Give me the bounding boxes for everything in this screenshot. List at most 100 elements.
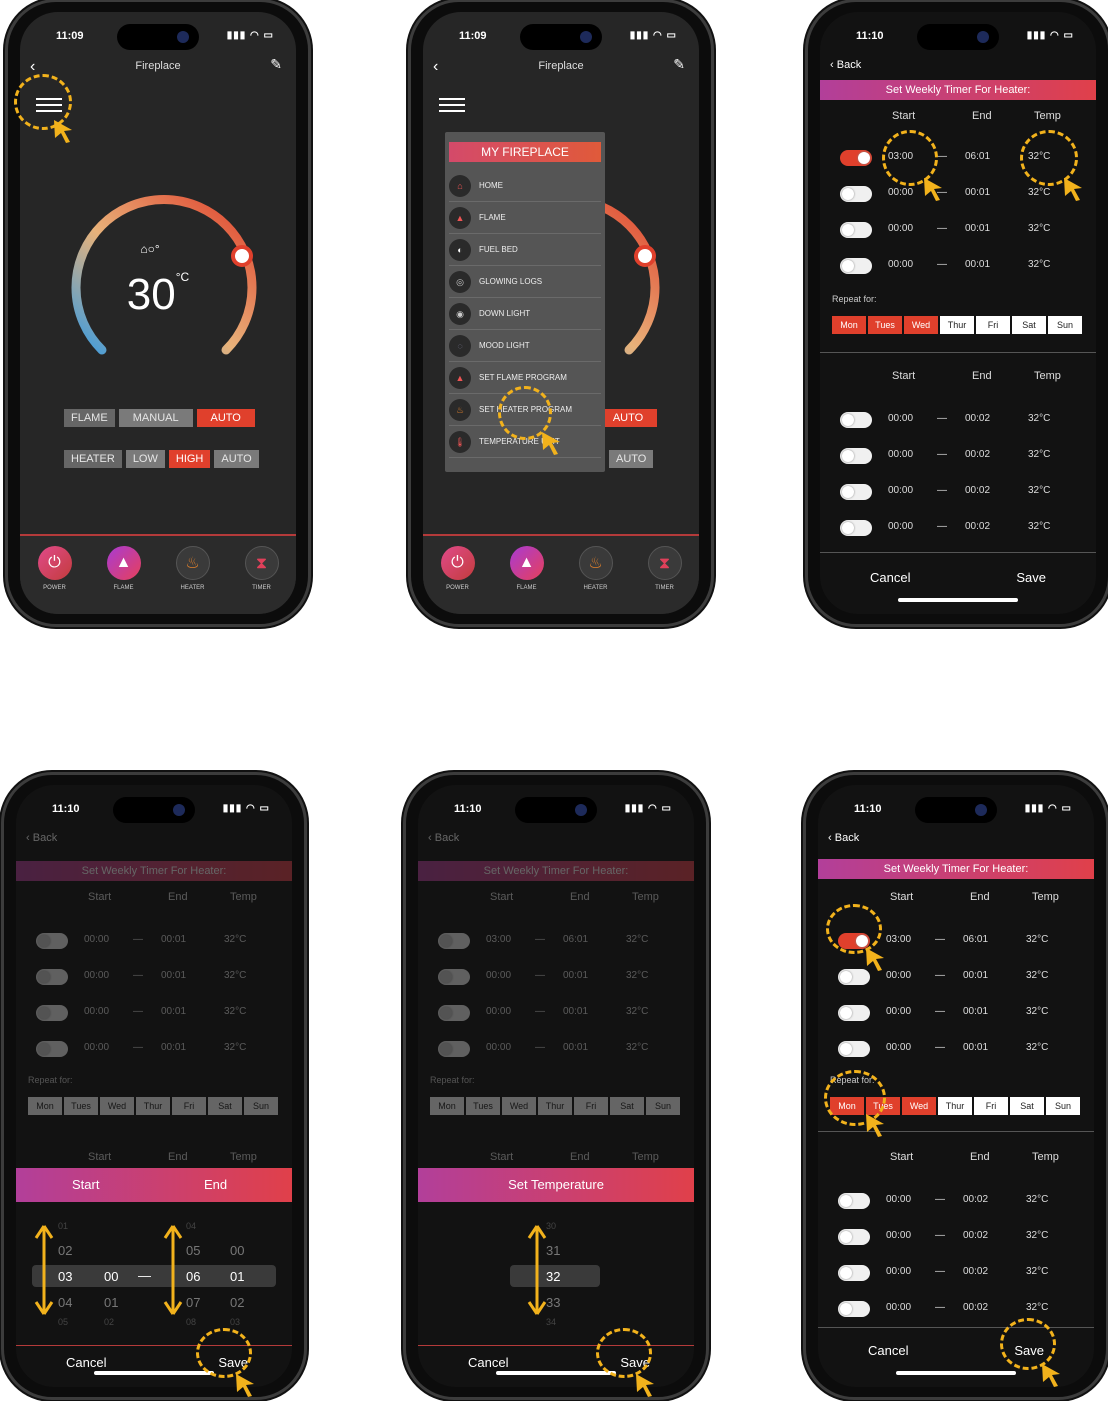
end-time[interactable]: 06:01	[563, 934, 588, 945]
start-time[interactable]: 00:00	[886, 970, 911, 981]
timer-row[interactable]: 00:00—00:01 32°C	[820, 184, 1096, 204]
day-sun[interactable]: Sun	[646, 1097, 680, 1115]
temp[interactable]: 32°C	[1026, 934, 1048, 945]
temp[interactable]: 32°C	[224, 970, 246, 981]
timer-row[interactable]: 00:00—00:01 32°C	[16, 1039, 292, 1059]
start-time[interactable]: 00:00	[888, 485, 913, 496]
back-button[interactable]: ‹ Back	[828, 832, 859, 844]
temp[interactable]: 32°C	[626, 1042, 648, 1053]
end-time[interactable]: 00:01	[161, 1006, 186, 1017]
timer-row[interactable]: 00:00—00:01 32°C	[418, 1003, 694, 1023]
end-time[interactable]: 00:02	[963, 1266, 988, 1277]
timer-toggle[interactable]	[840, 186, 872, 202]
timer-toggle[interactable]	[840, 448, 872, 464]
temp[interactable]: 32°C	[224, 1042, 246, 1053]
temp[interactable]: 32°C	[1026, 970, 1048, 981]
end-time[interactable]: 06:01	[963, 934, 988, 945]
start-time[interactable]: 00:00	[84, 970, 109, 981]
heater-auto-button[interactable]: AUTO	[609, 450, 654, 468]
menu-item-glowing-logs[interactable]: ◎ GLOWING LOGS	[449, 266, 601, 298]
day-wed[interactable]: Wed	[904, 316, 938, 334]
timer-row[interactable]: 00:00 — 00:02 32°C	[818, 1227, 1094, 1247]
timer-row[interactable]: 00:00 — 00:02 32°C	[820, 410, 1096, 430]
end-time[interactable]: 00:01	[563, 1042, 588, 1053]
end-time[interactable]: 00:01	[965, 187, 990, 198]
timer-toggle[interactable]	[840, 150, 872, 166]
timer-toggle[interactable]	[838, 1229, 870, 1245]
timer-row[interactable]: 00:00 — 00:02 32°C	[820, 446, 1096, 466]
end-time[interactable]: 06:01	[965, 151, 990, 162]
start-time[interactable]: 00:00	[84, 1042, 109, 1053]
day-sun[interactable]: Sun	[1048, 316, 1082, 334]
menu-item-flame[interactable]: ▲ FLAME	[449, 202, 601, 234]
timer-row[interactable]: 00:00—00:01 32°C	[818, 1003, 1094, 1023]
timer-toggle[interactable]	[438, 1005, 470, 1021]
day-tue[interactable]: Tues	[868, 316, 902, 334]
temp[interactable]: 32°C	[626, 970, 648, 981]
temp[interactable]: 32°C	[1028, 187, 1050, 198]
day-mon[interactable]: Mon	[28, 1097, 62, 1115]
start-time[interactable]: 00:00	[486, 970, 511, 981]
timer-row[interactable]: 00:00—00:01 32°C	[16, 931, 292, 951]
end-time[interactable]: 00:02	[963, 1230, 988, 1241]
day-thu[interactable]: Thur	[538, 1097, 572, 1115]
day-sat[interactable]: Sat	[1010, 1097, 1044, 1115]
temp[interactable]: 32°C	[1028, 449, 1050, 460]
timer-row[interactable]: 00:00—00:01 32°C	[818, 1039, 1094, 1059]
day-wed[interactable]: Wed	[902, 1097, 936, 1115]
temp[interactable]: 32°C	[1026, 1230, 1048, 1241]
flame-auto-button[interactable]: AUTO	[599, 409, 657, 427]
temp[interactable]: 32°C	[1028, 259, 1050, 270]
time-picker-wheels[interactable]: 01 02 03 04 05 00 01 02 — 04 05 06 07 08…	[16, 1205, 292, 1345]
timer-toggle[interactable]	[36, 933, 68, 949]
temp[interactable]: 32°C	[626, 1006, 648, 1017]
timer-row[interactable]: 00:00—00:01 32°C	[818, 967, 1094, 987]
start-time[interactable]: 00:00	[888, 259, 913, 270]
end-time[interactable]: 00:02	[965, 521, 990, 532]
start-time[interactable]: 00:00	[888, 187, 913, 198]
end-time[interactable]: 00:01	[563, 1006, 588, 1017]
start-time[interactable]: 00:00	[486, 1006, 511, 1017]
back-button[interactable]: ‹ Back	[428, 832, 459, 844]
start-time[interactable]: 03:00	[886, 934, 911, 945]
timer-toggle[interactable]	[840, 520, 872, 536]
timer-toggle[interactable]	[838, 1301, 870, 1317]
cancel-button[interactable]: Cancel	[66, 1355, 106, 1370]
end-time[interactable]: 00:01	[963, 970, 988, 981]
start-time[interactable]: 00:00	[486, 1042, 511, 1053]
end-time[interactable]: 00:02	[965, 413, 990, 424]
day-sun[interactable]: Sun	[244, 1097, 278, 1115]
day-tue[interactable]: Tues	[64, 1097, 98, 1115]
cancel-button[interactable]: Cancel	[868, 1343, 908, 1358]
start-time[interactable]: 00:00	[886, 1230, 911, 1241]
timer-row[interactable]: 00:00—00:01 32°C	[418, 967, 694, 987]
temp[interactable]: 32°C	[626, 934, 648, 945]
end-time[interactable]: 00:01	[161, 934, 186, 945]
back-button[interactable]: ‹ Back	[830, 59, 861, 71]
start-time[interactable]: 00:00	[84, 1006, 109, 1017]
nav-heater[interactable]: ♨ HEATER	[574, 546, 618, 591]
nav-timer[interactable]: ⧗ TIMER	[240, 546, 284, 591]
start-time[interactable]: 00:00	[886, 1266, 911, 1277]
day-sat[interactable]: Sat	[610, 1097, 644, 1115]
timer-toggle[interactable]	[838, 1041, 870, 1057]
start-time[interactable]: 00:00	[886, 1194, 911, 1205]
timer-toggle[interactable]	[838, 1005, 870, 1021]
timer-row[interactable]: 03:00 — 06:01 32°C	[418, 931, 694, 951]
day-wed[interactable]: Wed	[100, 1097, 134, 1115]
temp[interactable]: 32°C	[1028, 485, 1050, 496]
start-time[interactable]: 00:00	[888, 521, 913, 532]
nav-flame[interactable]: ▲ FLAME	[102, 546, 146, 591]
timer-toggle[interactable]	[840, 412, 872, 428]
timer-row[interactable]: 00:00 — 00:02 32°C	[818, 1299, 1094, 1319]
timer-row[interactable]: 00:00—00:01 32°C	[16, 1003, 292, 1023]
day-fri[interactable]: Fri	[976, 316, 1010, 334]
timer-row[interactable]: 00:00 — 00:02 32°C	[818, 1263, 1094, 1283]
menu-item-fuel-bed[interactable]: ◐ FUEL BED	[449, 234, 601, 266]
temp[interactable]: 32°C	[1026, 1266, 1048, 1277]
temp-selected[interactable]: 32	[546, 1269, 560, 1284]
timer-row[interactable]: 00:00—00:01 32°C	[16, 967, 292, 987]
day-sun[interactable]: Sun	[1046, 1097, 1080, 1115]
heater-low-button[interactable]: LOW	[125, 450, 165, 468]
edit-icon[interactable]: ✎	[673, 56, 685, 73]
